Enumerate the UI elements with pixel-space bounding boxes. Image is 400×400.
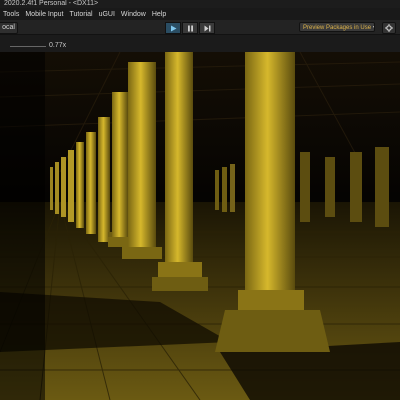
- pause-icon: [187, 25, 193, 31]
- menu-mobile-input[interactable]: Mobile Input: [22, 11, 66, 18]
- menu-bar: Tools Mobile Input Tutorial uGUI Window …: [0, 8, 400, 20]
- pillar: [165, 52, 193, 267]
- title-bar: 2020.2.4f1 Personal - <DX11>: [0, 0, 400, 8]
- menu-window[interactable]: Window: [118, 11, 149, 18]
- settings-button[interactable]: [382, 22, 396, 34]
- pause-button[interactable]: [182, 22, 198, 34]
- game-view-toolbar: 0.77x: [0, 35, 400, 52]
- pillar-base: [152, 277, 208, 291]
- pillar-base: [122, 247, 162, 259]
- menu-tools[interactable]: Tools: [0, 11, 22, 18]
- pillar-base: [215, 310, 330, 352]
- scene-render: [0, 52, 400, 400]
- menu-tutorial[interactable]: Tutorial: [66, 11, 95, 18]
- pivot-space-toggle[interactable]: ocal: [0, 22, 18, 34]
- step-button[interactable]: [199, 22, 215, 34]
- pillar: [128, 62, 156, 252]
- play-controls: [165, 22, 215, 34]
- window-title: 2020.2.4f1 Personal - <DX11>: [4, 0, 99, 7]
- main-toolbar: ocal Preview Packages in Use: [0, 20, 400, 35]
- play-button[interactable]: [165, 22, 181, 34]
- preview-packages-label: Preview Packages in Use: [303, 25, 372, 31]
- chevron-down-icon: ▾: [373, 25, 374, 31]
- pillar-base: [238, 290, 304, 312]
- scale-slider[interactable]: [10, 46, 46, 47]
- gear-icon: [385, 24, 393, 32]
- step-icon: [204, 25, 210, 31]
- left-wall-shadow: [0, 52, 45, 400]
- pillar: [245, 52, 295, 297]
- menu-help[interactable]: Help: [149, 11, 169, 18]
- scale-value: 0.77x: [49, 42, 67, 49]
- menu-ugui[interactable]: uGUI: [96, 11, 118, 18]
- game-viewport[interactable]: [0, 52, 400, 400]
- play-icon: [170, 25, 176, 31]
- preview-packages-dropdown[interactable]: Preview Packages in Use▾: [299, 22, 375, 32]
- unity-editor-window: 2020.2.4f1 Personal - <DX11> Tools Mobil…: [0, 0, 400, 400]
